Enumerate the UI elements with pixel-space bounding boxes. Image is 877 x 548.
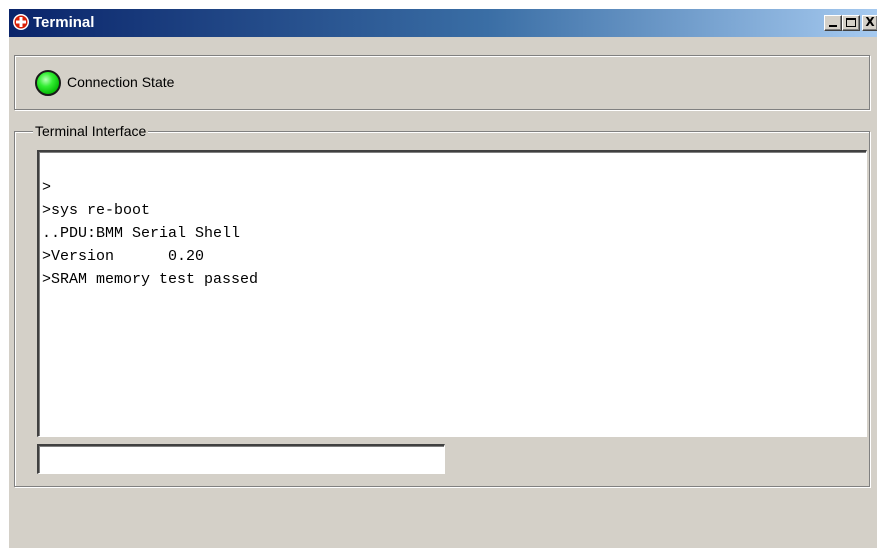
terminal-line: >SRAM memory test passed bbox=[42, 271, 259, 288]
window-title: Terminal bbox=[33, 14, 95, 31]
terminal-line: > bbox=[42, 179, 52, 196]
connection-state-label: Connection State bbox=[67, 74, 175, 90]
maximize-icon bbox=[846, 18, 856, 27]
close-icon: X bbox=[865, 15, 875, 29]
connection-panel: Connection State bbox=[14, 55, 870, 110]
terminal-output[interactable]: > >sys re-boot ..PDU:BMM Serial Shell >V… bbox=[37, 150, 867, 437]
app-logo-icon bbox=[13, 14, 29, 30]
terminal-interface-group: Terminal Interface > >sys re-boot ..PDU:… bbox=[14, 121, 870, 487]
terminal-line: ..PDU:BMM Serial Shell bbox=[42, 225, 241, 242]
terminal-line: >sys re-boot bbox=[42, 202, 151, 219]
title-bar[interactable]: Terminal X bbox=[9, 9, 877, 37]
terminal-line: >Version 0.20 bbox=[42, 248, 205, 265]
maximize-button[interactable] bbox=[842, 15, 860, 31]
command-input[interactable] bbox=[37, 444, 445, 474]
minimize-button[interactable] bbox=[824, 15, 842, 31]
minimize-icon bbox=[829, 25, 837, 27]
terminal-interface-title: Terminal Interface bbox=[33, 121, 149, 141]
close-button[interactable]: X bbox=[862, 15, 877, 31]
terminal-window: Terminal X Connection State Terminal Int… bbox=[8, 8, 877, 548]
led-indicator-icon bbox=[35, 70, 61, 96]
